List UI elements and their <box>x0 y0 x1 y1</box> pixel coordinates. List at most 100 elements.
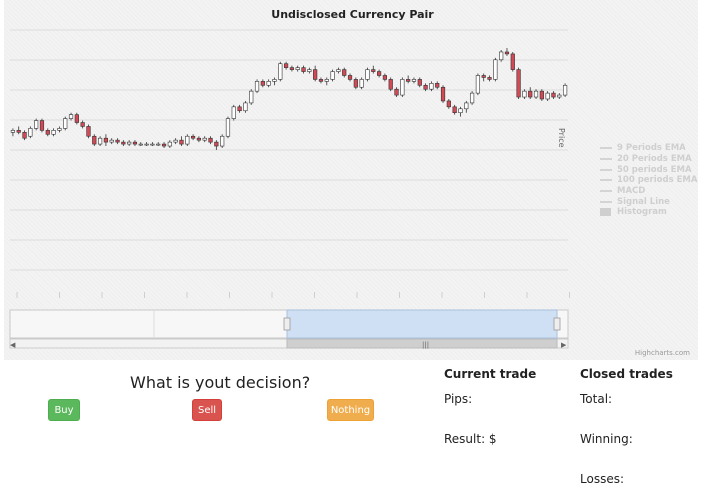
candle-body <box>400 79 405 96</box>
candle-body <box>562 84 568 96</box>
candle <box>307 67 312 74</box>
candle <box>469 91 475 105</box>
candle-body <box>481 75 486 78</box>
candle <box>464 100 469 113</box>
candle <box>156 142 161 147</box>
candle-body <box>92 135 97 145</box>
navigator-handle[interactable] <box>553 317 561 331</box>
candle-body <box>417 79 422 86</box>
candle-body <box>74 114 79 123</box>
candle <box>289 65 295 72</box>
candle <box>272 77 277 86</box>
candle-body <box>376 71 382 76</box>
candle <box>167 140 172 148</box>
legend-line-icon <box>600 158 612 161</box>
candle-body <box>528 90 533 98</box>
candle-body <box>220 135 225 147</box>
candle-body <box>132 141 138 145</box>
candle-body <box>260 81 265 86</box>
legend-item[interactable]: 50 periods EMA <box>600 164 700 175</box>
candle-body <box>371 69 376 72</box>
candle-body <box>179 139 184 145</box>
buy-button[interactable]: Buy <box>48 399 80 421</box>
candle <box>10 128 16 137</box>
chart-title: Undisclosed Currency Pair <box>271 8 434 21</box>
navigator[interactable]: ||| ◀ ▶ <box>9 309 569 349</box>
candle <box>539 89 544 101</box>
candle-body <box>533 90 539 98</box>
candle-body <box>51 130 56 135</box>
candle-body <box>307 69 312 72</box>
legend-label: 9 Periods EMA <box>617 143 686 154</box>
chart-credits[interactable]: Highcharts.com <box>635 349 690 357</box>
candle <box>138 142 143 147</box>
candle <box>382 73 388 82</box>
candle-body <box>225 118 231 137</box>
candle-body <box>10 130 16 133</box>
candle <box>458 106 463 117</box>
candle-body <box>173 139 178 143</box>
scroll-left-icon[interactable]: ◀ <box>10 341 16 349</box>
candle-body <box>411 79 417 82</box>
candle-body <box>429 83 434 90</box>
candle-body <box>289 67 295 70</box>
candle-body <box>68 114 74 119</box>
legend-box-icon <box>600 208 611 217</box>
candle-body <box>185 135 190 145</box>
candle-body <box>423 84 428 90</box>
candle <box>115 138 120 145</box>
candle-body <box>231 106 236 119</box>
candle-body <box>545 92 550 100</box>
legend-item[interactable]: Histogram <box>600 207 700 218</box>
scroll-right-icon[interactable]: ▶ <box>561 341 567 349</box>
candle-body <box>464 102 469 110</box>
losses-label: Losses: <box>580 472 624 486</box>
legend-label: Signal Line <box>617 196 670 207</box>
candle <box>545 91 550 101</box>
candle <box>51 128 56 137</box>
candle <box>394 87 399 98</box>
candle <box>499 50 504 62</box>
candle-body <box>475 75 481 94</box>
candle <box>132 140 138 147</box>
chart-panel: ||| ◀ ▶ 9 Periods EMA 20 Periods EMA 50 peri… <box>4 0 698 360</box>
candle <box>103 134 109 147</box>
candle <box>237 104 242 113</box>
candlestick-series <box>10 48 568 150</box>
candle <box>92 134 97 147</box>
candle <box>318 77 324 84</box>
sell-button[interactable]: Sell <box>192 399 222 421</box>
candle <box>347 73 353 82</box>
candle-body <box>557 94 562 98</box>
candle-body <box>34 120 39 129</box>
navigator-selection[interactable] <box>286 309 558 339</box>
candle <box>254 79 260 94</box>
legend-item[interactable]: MACD <box>600 186 700 197</box>
candle-body <box>336 69 341 72</box>
candle-body <box>80 122 85 127</box>
candle <box>68 112 74 121</box>
navigator-handle[interactable] <box>283 317 291 331</box>
candle <box>359 77 364 90</box>
candle-body <box>266 81 271 86</box>
nothing-button[interactable]: Nothing <box>327 399 374 421</box>
candle <box>510 51 515 72</box>
candle <box>196 136 202 143</box>
candle-body <box>539 90 544 100</box>
legend-item[interactable]: 20 Periods EMA <box>600 154 700 165</box>
candle-body <box>109 139 114 143</box>
candle-body <box>493 59 498 80</box>
candle-body <box>45 130 50 135</box>
scrollbar-grip-icon: ||| <box>422 341 429 349</box>
legend-item[interactable]: 9 Periods EMA <box>600 143 700 154</box>
candle-body <box>214 141 219 147</box>
candle <box>388 77 393 92</box>
legend-item[interactable]: 100 periods EMA <box>600 175 700 186</box>
legend-label: 20 Periods EMA <box>617 154 692 165</box>
candle-body <box>202 137 207 141</box>
candle <box>371 65 376 74</box>
candle-body <box>167 141 172 147</box>
candle-body <box>196 137 202 141</box>
legend-item[interactable]: Signal Line <box>600 196 700 207</box>
candle-body <box>342 69 347 76</box>
